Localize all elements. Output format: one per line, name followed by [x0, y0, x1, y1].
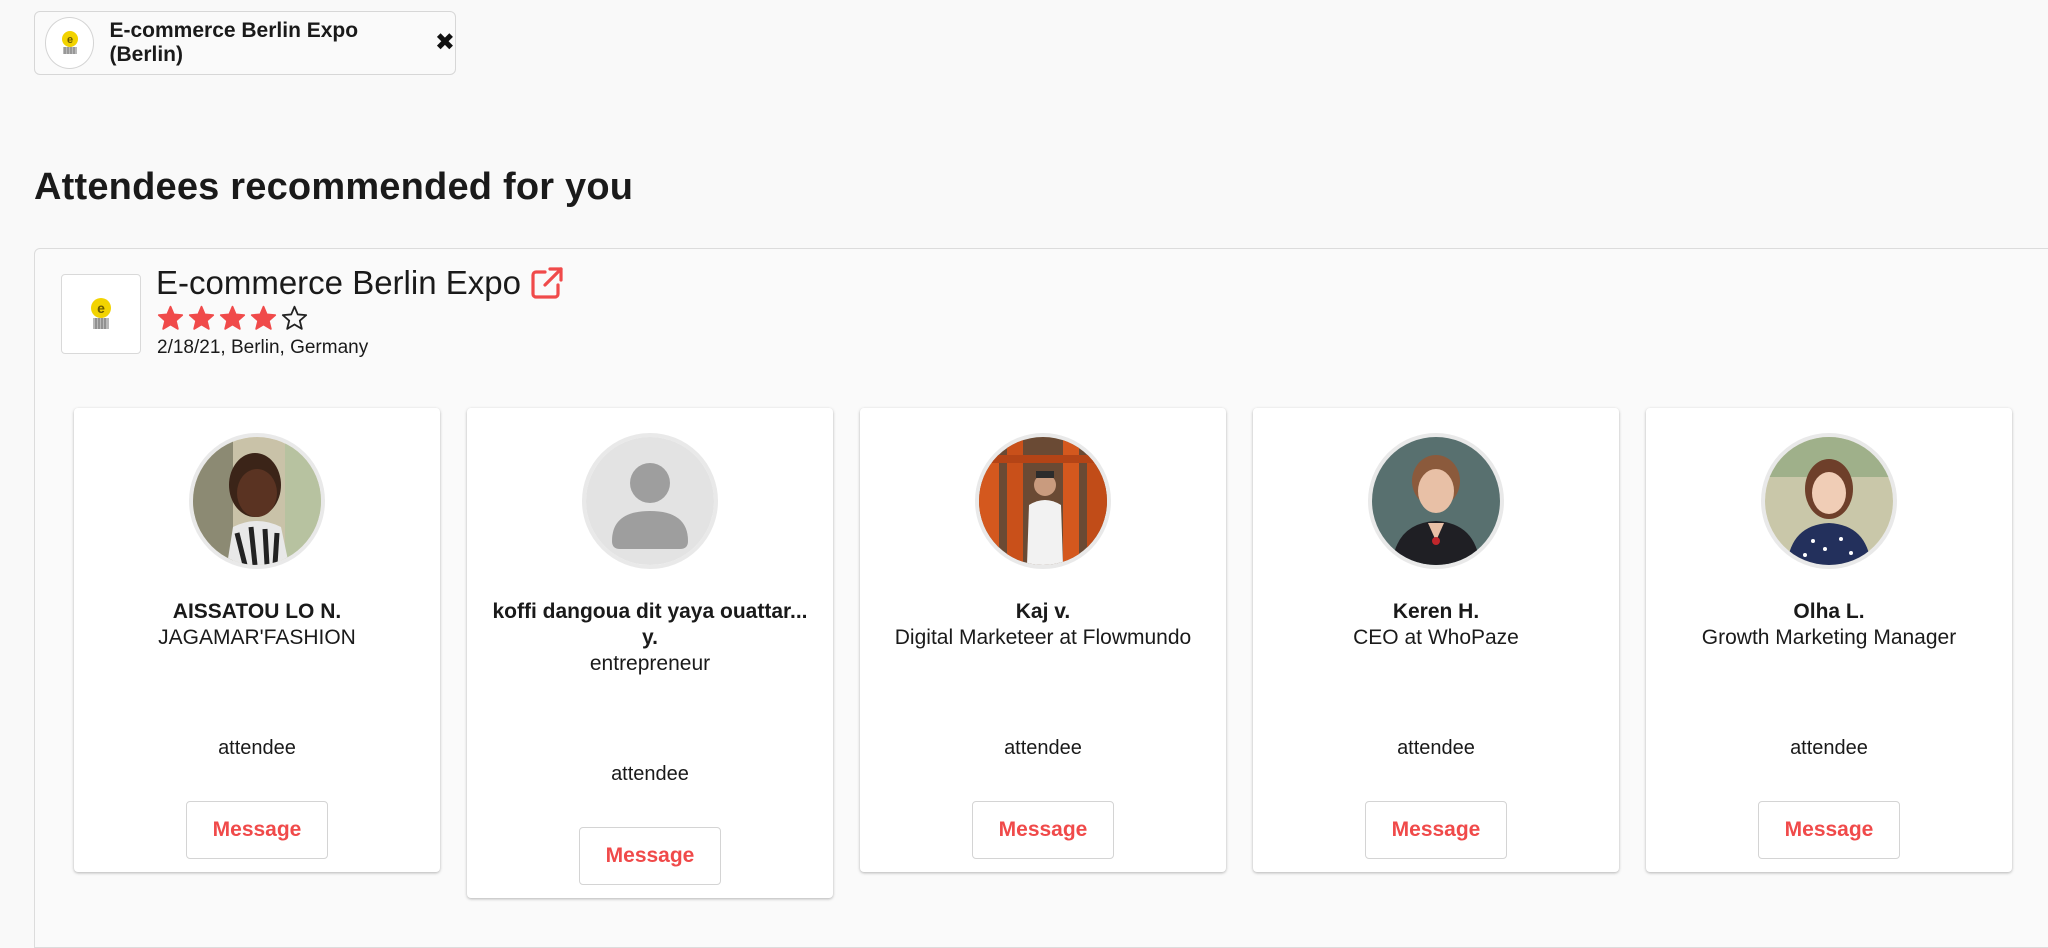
avatar[interactable] — [975, 433, 1111, 569]
attendee-name: Keren H. CEO at WhoPaze — [1275, 599, 1597, 651]
close-icon[interactable]: ✖ — [435, 31, 455, 55]
star-filled-icon — [188, 305, 215, 330]
ecommerce-logo-icon: e — [45, 17, 95, 69]
event-name[interactable]: E-commerce Berlin Expo — [156, 264, 521, 302]
svg-text:e: e — [97, 300, 105, 316]
attendee-role: attendee — [611, 763, 689, 785]
attendee-title: CEO at WhoPaze — [1353, 626, 1519, 649]
attendee-name: Olha L. Growth Marketing Manager — [1668, 599, 1990, 651]
avatar[interactable] — [582, 433, 718, 569]
event-logo-icon: e — [61, 274, 141, 354]
attendee-card: Kaj v. Digital Marketeer at Flowmundo at… — [860, 408, 1226, 872]
event-title: E-commerce Berlin Expo — [156, 264, 565, 302]
section-title: Attendees recommended for you — [34, 166, 634, 208]
attendee-name: koffi dangoua dit yaya ouattar... y. ent… — [489, 599, 811, 677]
external-link-icon[interactable] — [529, 265, 565, 301]
svg-text:e: e — [67, 34, 73, 46]
message-button[interactable]: Message — [186, 801, 328, 859]
event-date-location: 2/18/21, Berlin, Germany — [157, 337, 369, 358]
event-filter-chip[interactable]: e E-commerce Berlin Expo (Berlin) ✖ — [34, 11, 456, 75]
attendee-title: JAGAMAR'FASHION — [158, 626, 356, 649]
attendee-role: attendee — [1790, 737, 1868, 759]
attendee-role: attendee — [1004, 737, 1082, 759]
message-button[interactable]: Message — [579, 827, 721, 885]
attendee-name: Kaj v. Digital Marketeer at Flowmundo — [882, 599, 1204, 651]
star-filled-icon — [157, 305, 184, 330]
attendee-title: Digital Marketeer at Flowmundo — [894, 626, 1192, 649]
attendee-title: entrepreneur — [589, 652, 711, 675]
attendee-card: koffi dangoua dit yaya ouattar... y. ent… — [467, 408, 833, 898]
chip-label: E-commerce Berlin Expo (Berlin) — [109, 19, 359, 66]
star-filled-icon — [250, 305, 277, 330]
attendee-card: Olha L. Growth Marketing Manager attende… — [1646, 408, 2012, 872]
attendee-role: attendee — [218, 737, 296, 759]
attendee-title: Growth Marketing Manager — [1701, 626, 1957, 649]
message-button[interactable]: Message — [1758, 801, 1900, 859]
attendee-card: AISSATOU LO N. JAGAMAR'FASHION attendee … — [74, 408, 440, 872]
attendee-name: AISSATOU LO N. JAGAMAR'FASHION — [96, 599, 418, 651]
star-empty-icon — [281, 305, 308, 330]
avatar[interactable] — [189, 433, 325, 569]
avatar[interactable] — [1761, 433, 1897, 569]
attendee-role: attendee — [1397, 737, 1475, 759]
message-button[interactable]: Message — [972, 801, 1114, 859]
star-filled-icon — [219, 305, 246, 330]
attendee-card: Keren H. CEO at WhoPaze attendee Message — [1253, 408, 1619, 872]
avatar[interactable] — [1368, 433, 1504, 569]
event-rating — [157, 305, 308, 332]
message-button[interactable]: Message — [1365, 801, 1507, 859]
